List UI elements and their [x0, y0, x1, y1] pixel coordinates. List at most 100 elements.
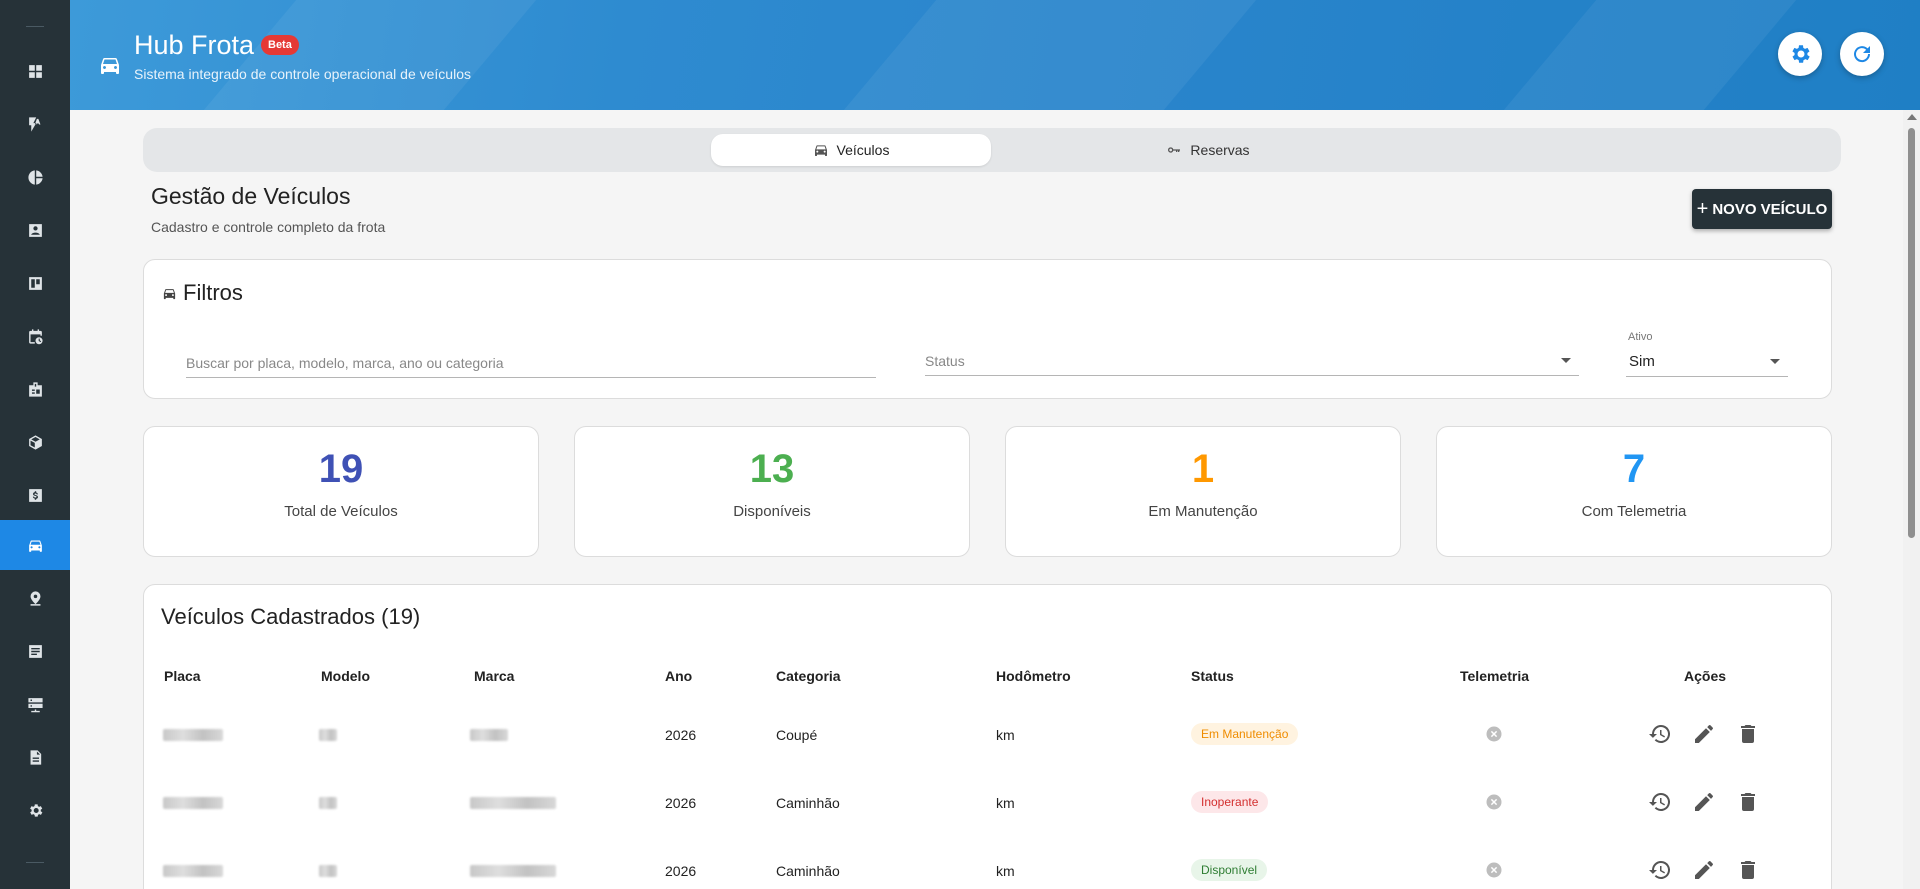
- sidebar-item-reports[interactable]: [0, 152, 70, 202]
- cell-categoria: Coupé: [776, 727, 818, 743]
- car-icon: [101, 58, 119, 74]
- sidebar-item-locations[interactable]: [0, 573, 70, 623]
- ativo-select[interactable]: Sim: [1626, 347, 1788, 377]
- tab-label: Veículos: [836, 142, 890, 158]
- car-icon: [163, 288, 176, 299]
- status-placeholder: Status: [925, 353, 965, 369]
- car-icon: [814, 145, 827, 156]
- list-icon: [28, 644, 42, 658]
- tab-reservas[interactable]: Reservas: [1133, 134, 1283, 166]
- board-icon: [28, 276, 42, 290]
- sidebar-item-servers[interactable]: [0, 679, 70, 729]
- flash-icon: [28, 116, 40, 132]
- sidebar-item-vehicles[interactable]: [0, 520, 70, 570]
- edit-icon[interactable]: [1692, 858, 1716, 882]
- page-scrollbar[interactable]: [1903, 110, 1920, 889]
- column-header-acoes: Ações: [1684, 668, 1727, 684]
- tab-label: Reservas: [1190, 142, 1250, 158]
- redacted-modelo: [319, 729, 337, 741]
- sidebar-item-dashboard[interactable]: [0, 46, 70, 96]
- stat-label: Total de Veículos: [284, 503, 398, 520]
- chevron-down-icon: [1770, 359, 1780, 364]
- page-title: Gestão de Veículos: [151, 183, 351, 209]
- status-badge: Disponível: [1191, 859, 1268, 881]
- stat-value: 1: [1191, 447, 1215, 491]
- sidebar-item-finance[interactable]: [0, 470, 70, 520]
- header-decoration: [843, 0, 1257, 110]
- telemetry-off-icon: [1486, 794, 1502, 810]
- delete-icon[interactable]: [1736, 722, 1760, 746]
- app-title: Hub Frota: [134, 30, 255, 60]
- cell-hodometro: km: [996, 795, 1015, 811]
- delete-icon[interactable]: [1736, 858, 1760, 882]
- column-header-status[interactable]: Status: [1191, 668, 1234, 684]
- telemetry-off-icon: [1486, 726, 1502, 742]
- status-badge: Inoperante: [1191, 791, 1269, 813]
- scrollbar-thumb[interactable]: [1908, 128, 1915, 538]
- refresh-icon: [1854, 46, 1871, 63]
- column-header-telemetria[interactable]: Telemetria: [1460, 668, 1529, 684]
- edit-icon[interactable]: [1692, 722, 1716, 746]
- refresh-button[interactable]: [1840, 32, 1884, 76]
- redacted-marca: [470, 865, 556, 877]
- stat-card-available: 13 Disponíveis: [574, 426, 970, 557]
- column-header-modelo[interactable]: Modelo: [321, 668, 370, 684]
- filters-title: Filtros: [162, 280, 243, 306]
- column-header-marca[interactable]: Marca: [474, 668, 514, 684]
- plus-icon: +: [1696, 198, 1709, 220]
- cell-hodometro: km: [996, 863, 1015, 879]
- filters-title-text: Filtros: [183, 280, 243, 305]
- money-icon: [28, 488, 42, 502]
- location-pin-icon: [30, 590, 40, 606]
- filters-card: [143, 259, 1832, 399]
- column-header-categoria[interactable]: Categoria: [776, 668, 841, 684]
- scroll-up-arrow[interactable]: [1907, 114, 1917, 120]
- tab-veiculos[interactable]: Veículos: [711, 134, 991, 166]
- search-input[interactable]: Buscar por placa, modelo, marca, ano ou …: [186, 348, 876, 378]
- stat-value: 13: [749, 447, 795, 491]
- settings-button[interactable]: [1778, 32, 1822, 76]
- stat-card-maintenance: 1 Em Manutenção: [1005, 426, 1401, 557]
- cell-hodometro: km: [996, 727, 1015, 743]
- sidebar-item-board[interactable]: [0, 258, 70, 308]
- stat-value: 19: [318, 447, 364, 491]
- status-select[interactable]: Status: [925, 346, 1579, 376]
- stat-card-total: 19 Total de Veículos: [143, 426, 539, 557]
- new-vehicle-button[interactable]: + NOVO VEÍCULO: [1692, 189, 1832, 229]
- sidebar-item-lists[interactable]: [0, 626, 70, 676]
- history-icon[interactable]: [1648, 790, 1672, 814]
- delete-icon[interactable]: [1736, 790, 1760, 814]
- sidebar-item-schedule[interactable]: [0, 311, 70, 361]
- app-header: Hub Frota Beta Sistema integrado de cont…: [70, 0, 1920, 110]
- stat-label: Em Manutenção: [1148, 503, 1258, 520]
- redacted-marca: [470, 797, 556, 809]
- search-placeholder: Buscar por placa, modelo, marca, ano ou …: [186, 355, 504, 371]
- stat-label: Com Telemetria: [1581, 503, 1687, 520]
- history-icon[interactable]: [1648, 722, 1672, 746]
- sidebar-item-packages[interactable]: [0, 417, 70, 467]
- dashboard-icon: [28, 64, 42, 78]
- table-title: Veículos Cadastrados (19): [161, 604, 421, 629]
- sidebar-item-contacts[interactable]: [0, 205, 70, 255]
- column-header-ano[interactable]: Ano: [665, 668, 692, 684]
- column-header-placa[interactable]: Placa: [164, 668, 201, 684]
- new-vehicle-label: NOVO VEÍCULO: [1712, 200, 1828, 218]
- ativo-label: Ativo: [1628, 331, 1653, 343]
- cell-ano: 2026: [665, 863, 697, 879]
- sidebar-item-documents[interactable]: [0, 732, 70, 782]
- chevron-down-icon: [1561, 358, 1571, 363]
- app-subtitle: Sistema integrado de controle operaciona…: [134, 66, 471, 82]
- stat-value: 7: [1622, 447, 1646, 491]
- sidebar-item-badges[interactable]: [0, 364, 70, 414]
- redacted-modelo: [319, 797, 337, 809]
- column-header-hodometro[interactable]: Hodômetro: [996, 668, 1071, 684]
- redacted-placa: [163, 865, 223, 877]
- history-icon[interactable]: [1648, 858, 1672, 882]
- tab-bar: Veículos Reservas: [143, 128, 1841, 172]
- redacted-marca: [470, 729, 508, 741]
- status-badge: Em Manutenção: [1191, 723, 1299, 745]
- edit-icon[interactable]: [1692, 790, 1716, 814]
- cell-categoria: Caminhão: [776, 863, 840, 879]
- sidebar-item-settings[interactable]: [0, 785, 70, 835]
- sidebar-item-flash[interactable]: [0, 99, 70, 149]
